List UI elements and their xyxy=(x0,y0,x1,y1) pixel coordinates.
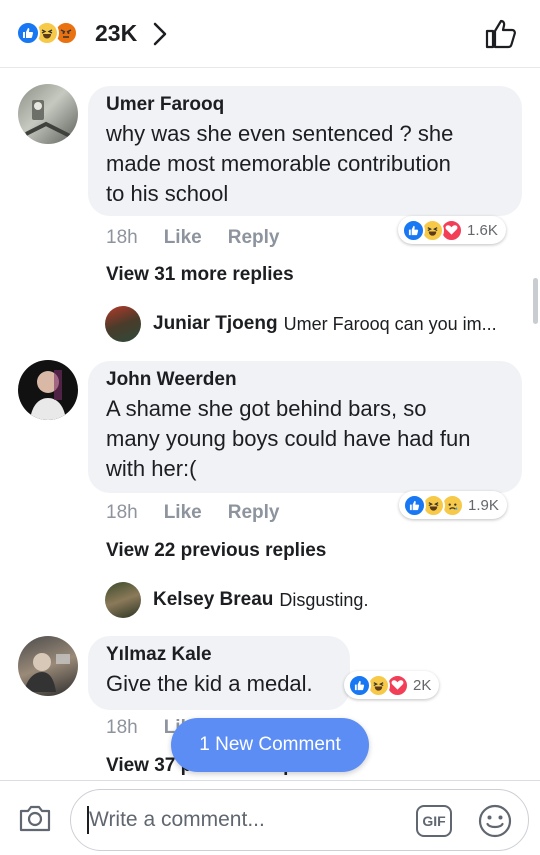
avatar xyxy=(105,582,141,618)
comment-actions: 18h Like Reply xyxy=(106,502,305,524)
comment-reactions[interactable]: 1.6K xyxy=(398,216,506,244)
comment-timestamp: 18h xyxy=(106,717,138,738)
comment-text-line: Give the kid a medal. xyxy=(106,671,313,696)
reply-text: Umer Farooq can you im... xyxy=(283,313,497,334)
comment-author[interactable]: Umer Farooq xyxy=(106,94,504,116)
chevron-right-icon[interactable] xyxy=(152,21,168,52)
avatar[interactable] xyxy=(18,636,78,696)
comment-text-line: why was she even sentenced ? she xyxy=(106,121,454,146)
comment-author[interactable]: Yılmaz Kale xyxy=(106,644,332,666)
like-icon xyxy=(402,218,425,242)
reaction-count: 2K xyxy=(413,676,432,694)
comment-text-line: A shame she got behind bars, so xyxy=(106,396,427,421)
reaction-count[interactable]: 23K xyxy=(95,20,137,47)
like-button-icon[interactable] xyxy=(484,18,518,55)
gif-button[interactable]: GIF xyxy=(416,805,452,837)
comment-bubble: Yılmaz Kale Give the kid a medal. xyxy=(88,636,350,710)
comment-reactions[interactable]: 2K xyxy=(344,671,440,699)
emoji-icon[interactable] xyxy=(477,803,513,844)
reactions-header: 23K xyxy=(0,0,540,68)
new-comment-button[interactable]: 1 New Comment xyxy=(171,718,369,772)
view-more-replies[interactable]: View 31 more replies xyxy=(106,264,294,286)
camera-icon[interactable] xyxy=(18,803,52,838)
avatar[interactable] xyxy=(18,360,78,420)
comment-author[interactable]: John Weerden xyxy=(106,369,504,391)
reply-text: Disgusting. xyxy=(279,589,369,610)
comment-input[interactable]: Write a comment... GIF xyxy=(70,789,529,851)
reply-preview[interactable]: Kelsey Breau Disgusting. xyxy=(105,582,368,618)
comment-text-line: to his school xyxy=(106,181,229,206)
comment-timestamp: 18h xyxy=(106,502,138,523)
like-link[interactable]: Like xyxy=(164,227,202,248)
comment-timestamp: 18h xyxy=(106,227,138,248)
like-icon xyxy=(16,21,40,45)
reaction-count: 1.9K xyxy=(468,496,499,514)
reply-link[interactable]: Reply xyxy=(228,502,280,523)
like-icon xyxy=(403,493,426,517)
view-previous-replies[interactable]: View 22 previous replies xyxy=(106,540,326,562)
reaction-count: 1.6K xyxy=(467,221,498,239)
reply-link[interactable]: Reply xyxy=(228,227,280,248)
like-icon xyxy=(348,673,371,697)
comment-bubble: Umer Farooq why was she even sentenced ?… xyxy=(88,86,522,216)
comment-bubble: John Weerden A shame she got behind bars… xyxy=(88,361,522,493)
comment-placeholder: Write a comment... xyxy=(89,808,265,831)
avatar[interactable] xyxy=(18,84,78,144)
comment-actions: 18h Like Reply xyxy=(106,227,305,249)
reply-preview[interactable]: Juniar Tjoeng Umer Farooq can you im... xyxy=(105,306,497,342)
like-link[interactable]: Like xyxy=(164,502,202,523)
comment-composer: Write a comment... GIF xyxy=(0,780,540,855)
comment-reactions[interactable]: 1.9K xyxy=(399,491,507,519)
scrollbar[interactable] xyxy=(533,278,538,324)
reaction-summary[interactable] xyxy=(16,21,78,45)
reply-author[interactable]: Juniar Tjoeng xyxy=(153,313,278,335)
comment-text-line: made most memorable contribution xyxy=(106,151,451,176)
comment-text-line: many young boys could have had fun xyxy=(106,426,471,451)
comment-text-line: with her:( xyxy=(106,456,197,481)
avatar xyxy=(105,306,141,342)
reply-author[interactable]: Kelsey Breau xyxy=(153,589,273,611)
